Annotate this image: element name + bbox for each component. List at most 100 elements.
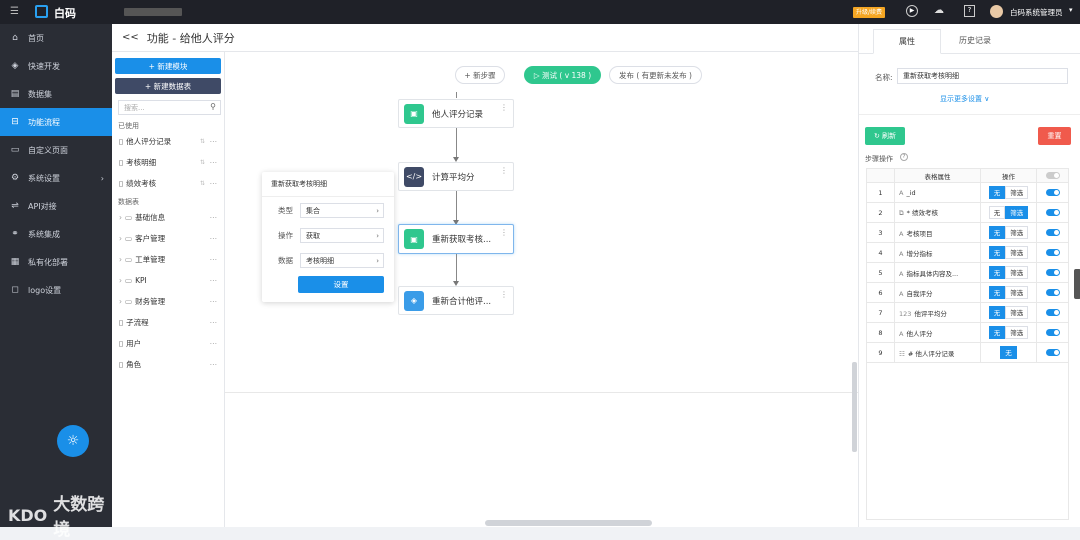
more-icon[interactable]: ⋯ bbox=[210, 158, 219, 167]
new-table-button[interactable]: + 新建数据表 bbox=[115, 78, 221, 94]
toggle-header[interactable] bbox=[1036, 168, 1069, 183]
toggle-switch[interactable] bbox=[1045, 309, 1060, 316]
more-icon[interactable]: ⋯ bbox=[210, 213, 219, 222]
name-field[interactable]: 重新获取考核明细 bbox=[897, 68, 1068, 84]
sidebar-item-0[interactable]: ⌂ 首页 bbox=[0, 24, 112, 52]
other-item[interactable]: ▯ 用户 ⋯ bbox=[112, 333, 224, 354]
reset-button[interactable]: 重置 bbox=[1038, 127, 1071, 145]
op-none-button[interactable]: 无 bbox=[1000, 346, 1017, 359]
other-item[interactable]: ▯ 子流程 ⋯ bbox=[112, 312, 224, 333]
back-icon[interactable]: << bbox=[122, 32, 139, 43]
avatar[interactable] bbox=[990, 5, 1003, 18]
op-filter-button[interactable]: 筛选 bbox=[1005, 186, 1029, 199]
search-icon[interactable]: ⚲ bbox=[210, 102, 216, 111]
folder-item[interactable]: › ▭ 客户管理 ⋯ bbox=[112, 228, 224, 249]
more-settings-link[interactable]: 显示更多设置 ∨ bbox=[940, 94, 989, 104]
play-icon[interactable]: ▶ bbox=[906, 5, 918, 17]
op-filter-button[interactable]: 筛选 bbox=[1005, 226, 1029, 239]
chevron-down-icon[interactable]: ▾ bbox=[1069, 6, 1073, 14]
flow-node-fetch[interactable]: ▣ 重新获取考核... ⋮ bbox=[398, 224, 514, 254]
flow-node-record[interactable]: ▣ 他人评分记录 ⋮ bbox=[398, 99, 514, 128]
toggle-switch[interactable] bbox=[1045, 189, 1060, 196]
sidebar-item-8[interactable]: ▦ 私有化部署 bbox=[0, 248, 112, 276]
op-filter-button[interactable]: 筛选 bbox=[1005, 306, 1029, 319]
more-icon[interactable]: ⋯ bbox=[210, 318, 219, 327]
lightbulb-button[interactable]: ☼ bbox=[57, 425, 89, 457]
vertical-scrollbar[interactable] bbox=[852, 362, 857, 452]
menu-toggle-icon[interactable]: ☰ bbox=[10, 6, 19, 17]
folder-item[interactable]: › ▭ 财务管理 ⋯ bbox=[112, 291, 224, 312]
sidebar-item-6[interactable]: ⇌ API对接 bbox=[0, 192, 112, 220]
tab-history[interactable]: 历史记录 bbox=[941, 28, 1009, 53]
used-item[interactable]: ▯ 绩效考核 ⇅ ⋯ bbox=[112, 173, 224, 194]
op-filter-button[interactable]: 筛选 bbox=[1005, 286, 1029, 299]
setup-button[interactable]: 设置 bbox=[298, 276, 384, 293]
node-menu-icon[interactable]: ⋮ bbox=[500, 166, 508, 175]
sidebar-item-5[interactable]: ⚙ 系统设置 › bbox=[0, 164, 112, 192]
toggle-switch[interactable] bbox=[1045, 289, 1060, 296]
op-none-button[interactable]: 无 bbox=[988, 306, 1006, 319]
sort-icon[interactable]: ⇅ bbox=[200, 159, 205, 166]
more-icon[interactable]: ⋯ bbox=[210, 276, 219, 285]
toggle-switch[interactable] bbox=[1045, 269, 1060, 276]
sidebar-item-1[interactable]: ◈ 快速开发 bbox=[0, 52, 112, 80]
used-item[interactable]: ▯ 他人评分记录 ⇅ ⋯ bbox=[112, 131, 224, 152]
op-none-button[interactable]: 无 bbox=[988, 246, 1006, 259]
op-filter-button[interactable]: 筛选 bbox=[1005, 266, 1029, 279]
upgrade-badge[interactable]: 升级/续费 bbox=[853, 7, 886, 18]
horizontal-scrollbar[interactable] bbox=[485, 520, 652, 526]
flow-canvas[interactable]: + 新步骤 ▷ 测试 ( v 138 ) 发布 ( 有更新未发布 ) ▣ 他人评… bbox=[225, 52, 858, 527]
node-menu-icon[interactable]: ⋮ bbox=[500, 103, 508, 112]
toggle-switch[interactable] bbox=[1045, 249, 1060, 256]
op-filter-button[interactable]: 筛选 bbox=[1005, 246, 1029, 259]
folder-item[interactable]: › ▭ 基础信息 ⋯ bbox=[112, 207, 224, 228]
more-icon[interactable]: ⋯ bbox=[210, 339, 219, 348]
op-none-button[interactable]: 无 bbox=[988, 326, 1006, 339]
folder-item[interactable]: › ▭ 工单管理 ⋯ bbox=[112, 249, 224, 270]
op-none-button[interactable]: 无 bbox=[988, 226, 1006, 239]
sort-icon[interactable]: ⇅ bbox=[200, 180, 205, 187]
more-icon[interactable]: ⋯ bbox=[210, 297, 219, 306]
other-item[interactable]: ▯ 角色 ⋯ bbox=[112, 354, 224, 375]
folder-item[interactable]: › ▭ KPI ⋯ bbox=[112, 270, 224, 291]
side-scroll-handle[interactable] bbox=[1074, 269, 1080, 299]
popup-select[interactable]: 集合 › bbox=[300, 203, 384, 218]
sidebar-item-3[interactable]: ⊟ 功能流程 bbox=[0, 108, 112, 136]
test-button[interactable]: ▷ 测试 ( v 138 ) bbox=[524, 66, 601, 84]
popup-select[interactable]: 考核明细 › bbox=[300, 253, 384, 268]
cloud-icon[interactable]: ☁ bbox=[934, 5, 944, 16]
flow-node-average[interactable]: </> 计算平均分 ⋮ bbox=[398, 162, 514, 191]
flow-node-sum[interactable]: ◈ 重新合计他评... ⋮ bbox=[398, 286, 514, 315]
sidebar-item-7[interactable]: ⚭ 系统集成 bbox=[0, 220, 112, 248]
more-icon[interactable]: ⋯ bbox=[210, 360, 219, 369]
sidebar-item-2[interactable]: ▤ 数据集 bbox=[0, 80, 112, 108]
op-none-button[interactable]: 无 bbox=[988, 206, 1006, 219]
info-icon[interactable]: ? bbox=[900, 153, 908, 161]
node-menu-icon[interactable]: ⋮ bbox=[500, 228, 508, 237]
toggle-switch[interactable] bbox=[1045, 349, 1060, 356]
user-name[interactable]: 白码系统管理员 bbox=[1010, 7, 1063, 18]
op-filter-button[interactable]: 筛选 bbox=[1005, 326, 1029, 339]
more-icon[interactable]: ⋯ bbox=[210, 234, 219, 243]
search-input[interactable]: 搜索... ⚲ bbox=[118, 100, 221, 115]
sidebar-item-9[interactable]: ◻ logo设置 bbox=[0, 276, 112, 304]
new-module-button[interactable]: + 新建模块 bbox=[115, 58, 221, 74]
add-step-button[interactable]: + 新步骤 bbox=[455, 66, 505, 84]
more-icon[interactable]: ⋯ bbox=[210, 255, 219, 264]
op-none-button[interactable]: 无 bbox=[988, 186, 1006, 199]
sort-icon[interactable]: ⇅ bbox=[200, 138, 205, 145]
more-icon[interactable]: ⋯ bbox=[210, 137, 219, 146]
op-none-button[interactable]: 无 bbox=[988, 266, 1006, 279]
sidebar-item-4[interactable]: ▭ 自定义页面 bbox=[0, 136, 112, 164]
refresh-button[interactable]: ↻ 刷新 bbox=[865, 127, 905, 145]
help-icon[interactable]: ? bbox=[964, 5, 975, 17]
node-menu-icon[interactable]: ⋮ bbox=[500, 290, 508, 299]
toggle-switch[interactable] bbox=[1045, 209, 1060, 216]
op-none-button[interactable]: 无 bbox=[988, 286, 1006, 299]
more-icon[interactable]: ⋯ bbox=[210, 179, 219, 188]
toggle-switch[interactable] bbox=[1045, 329, 1060, 336]
publish-button[interactable]: 发布 ( 有更新未发布 ) bbox=[609, 66, 702, 84]
toggle-switch[interactable] bbox=[1045, 229, 1060, 236]
op-filter-button[interactable]: 筛选 bbox=[1005, 206, 1029, 219]
used-item[interactable]: ▯ 考核明细 ⇅ ⋯ bbox=[112, 152, 224, 173]
